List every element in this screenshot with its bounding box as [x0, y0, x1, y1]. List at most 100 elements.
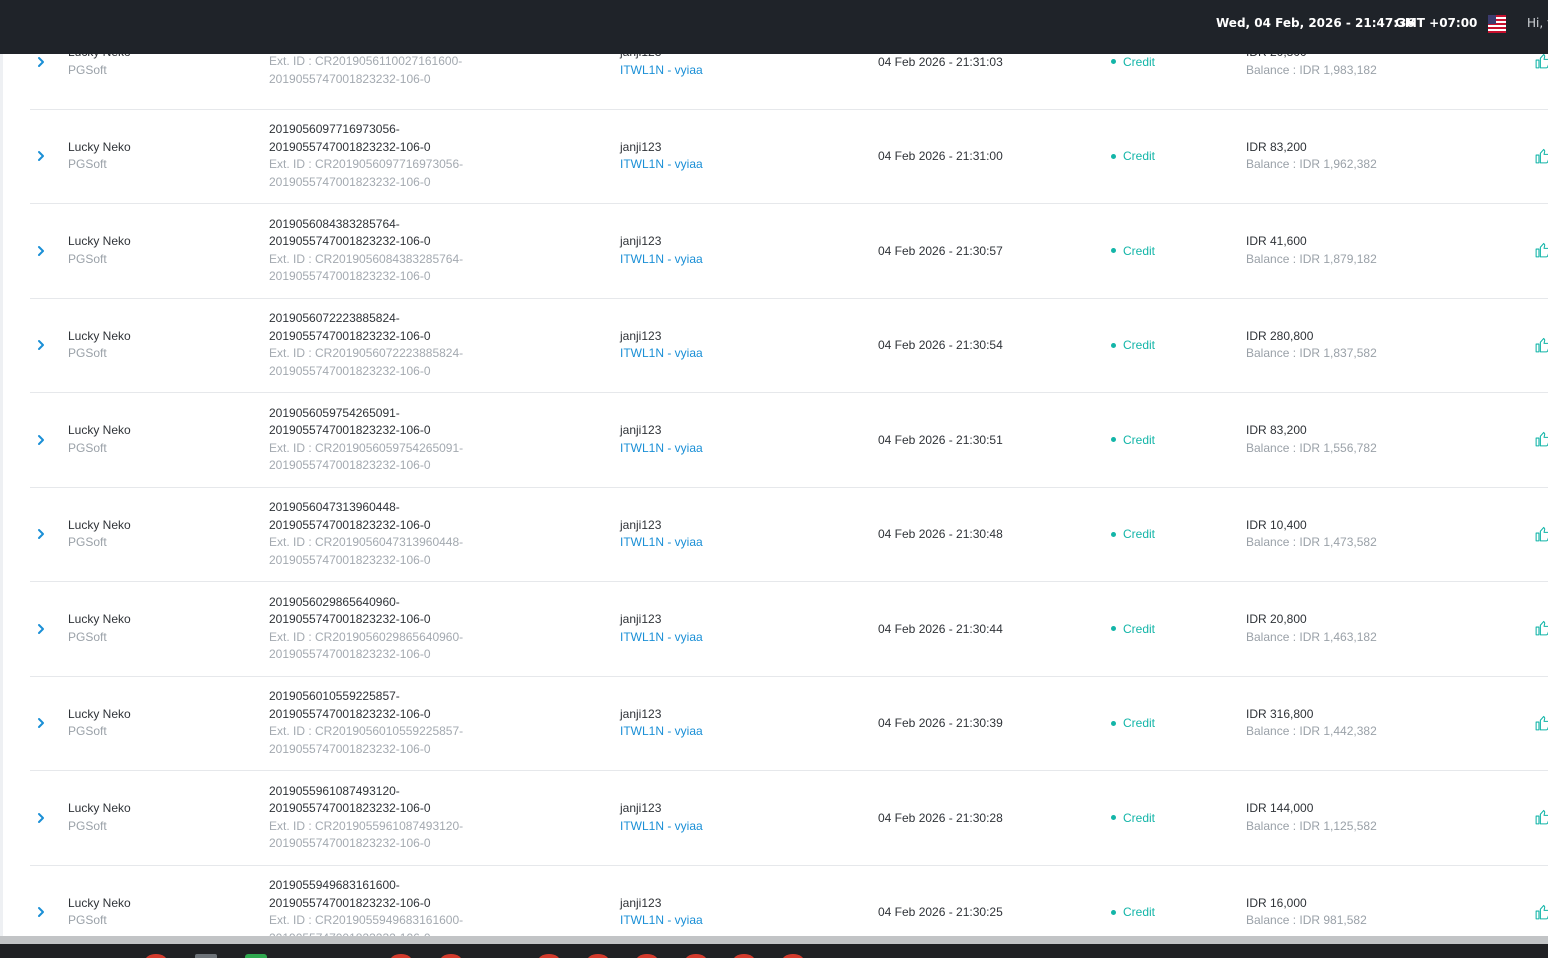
- chevron-right-icon: [38, 907, 44, 918]
- expand-row-button[interactable]: [30, 866, 52, 937]
- game-name: Lucky Neko: [68, 328, 131, 343]
- transaction-id-cell: 2019056029865640960- 2019055747001823232…: [269, 582, 463, 676]
- taskbar-app-icon[interactable]: [782, 954, 804, 958]
- expand-row-button[interactable]: [30, 582, 52, 676]
- thumbs-up-button[interactable]: [1531, 866, 1548, 937]
- transaction-amount: IDR 83,200: [1246, 423, 1307, 438]
- taskbar-app-icon[interactable]: [636, 954, 658, 958]
- expand-row-button[interactable]: [30, 110, 52, 204]
- external-id-line-2: 2019055747001823232-106-0: [269, 71, 431, 86]
- transaction-type: Credit: [1111, 677, 1155, 771]
- game-cell: Lucky Neko PGSoft: [68, 299, 131, 393]
- agent-link[interactable]: ITWL1N - vyiaa: [620, 440, 703, 458]
- thumbs-up-button[interactable]: [1531, 488, 1548, 582]
- thumbs-up-button[interactable]: [1531, 393, 1548, 487]
- agent-link[interactable]: ITWL1N - vyiaa: [620, 62, 703, 80]
- external-id-line-2: 2019055747001823232-106-0: [269, 363, 431, 378]
- table-row[interactable]: Lucky Neko PGSoft 2019056084383285764- 2…: [30, 204, 1548, 299]
- game-name: Lucky Neko: [68, 706, 131, 721]
- os-taskbar: [0, 944, 1548, 958]
- transaction-id-line-1: 2019056029865640960-: [269, 594, 400, 609]
- taskbar-app-icon[interactable]: [390, 954, 412, 958]
- game-cell: Lucky Neko PGSoft: [68, 866, 131, 937]
- transaction-id-line-1: 2019056084383285764-: [269, 216, 400, 231]
- table-row[interactable]: Lucky Neko PGSoft 2019055961087493120- 2…: [30, 771, 1548, 866]
- table-row[interactable]: Lucky Neko PGSoft 2019056029865640960- 2…: [30, 582, 1548, 677]
- thumbs-up-button[interactable]: [1531, 110, 1548, 204]
- expand-row-button[interactable]: [30, 488, 52, 582]
- game-provider: PGSoft: [68, 535, 107, 550]
- table-row[interactable]: Lucky Neko PGSoft 2019056010559225857- 2…: [30, 677, 1548, 771]
- taskbar-app-icon[interactable]: [440, 954, 462, 958]
- taskbar-app-icon[interactable]: [145, 954, 167, 958]
- user-greeting[interactable]: Hi, v: [1527, 16, 1548, 30]
- external-id-line-2: 2019055747001823232-106-0: [269, 647, 431, 662]
- table-row[interactable]: Lucky Neko PGSoft 2019056097716973056- 2…: [30, 110, 1548, 204]
- expand-row-button[interactable]: [30, 393, 52, 487]
- agent-link[interactable]: ITWL1N - vyiaa: [620, 156, 703, 174]
- thumbs-up-button[interactable]: [1531, 677, 1548, 771]
- external-id-line-1: Ext. ID : CR2019056010559225857-: [269, 724, 464, 739]
- taskbar-app-icon[interactable]: [587, 954, 609, 958]
- agent-link[interactable]: ITWL1N - vyiaa: [620, 345, 703, 363]
- transaction-type-label: Credit: [1123, 905, 1156, 920]
- agent-link[interactable]: ITWL1N - vyiaa: [620, 534, 703, 552]
- taskbar-app-icon[interactable]: [685, 954, 707, 958]
- thumbs-up-button[interactable]: [1531, 204, 1548, 298]
- transaction-id-cell: 2019055949683161600- 2019055747001823232…: [269, 866, 463, 936]
- transaction-time: 04 Feb 2026 - 21:30:57: [878, 243, 1003, 258]
- amount-cell: IDR 280,800 Balance : IDR 1,837,582: [1246, 299, 1377, 393]
- us-flag-icon[interactable]: [1488, 15, 1506, 33]
- agent-link[interactable]: ITWL1N - vyiaa: [620, 818, 703, 836]
- transaction-type: Credit: [1111, 393, 1155, 487]
- player-username: janji123: [620, 423, 662, 438]
- horizontal-scrollbar[interactable]: [0, 936, 1548, 944]
- thumbs-up-button[interactable]: [1531, 299, 1548, 393]
- external-id-line-1: Ext. ID : CR2019056059754265091-: [269, 440, 464, 455]
- agent-link[interactable]: ITWL1N - vyiaa: [620, 723, 703, 741]
- transaction-type-label: Credit: [1123, 54, 1156, 69]
- thumbs-up-button[interactable]: [1531, 582, 1548, 676]
- transaction-id-line-2: 2019055747001823232-106-0: [269, 706, 431, 721]
- agent-link[interactable]: ITWL1N - vyiaa: [620, 912, 703, 930]
- taskbar-app-icon[interactable]: [245, 954, 267, 958]
- external-id-line-2: 2019055747001823232-106-0: [269, 174, 431, 189]
- transaction-id-line-2: 2019055747001823232-106-0: [269, 517, 431, 532]
- transaction-amount: IDR 20,800: [1246, 612, 1307, 627]
- balance-after: Balance : IDR 1,556,782: [1246, 440, 1377, 455]
- thumbs-up-icon: [1535, 54, 1548, 69]
- taskbar-app-icon[interactable]: [733, 954, 755, 958]
- table-row[interactable]: Lucky Neko PGSoft 2019056072223885824- 2…: [30, 299, 1548, 393]
- game-provider: PGSoft: [68, 157, 107, 172]
- expand-row-button[interactable]: [30, 677, 52, 771]
- taskbar-app-icon[interactable]: [195, 954, 217, 958]
- balance-after: Balance : IDR 1,125,582: [1246, 818, 1377, 833]
- game-cell: Lucky Neko PGSoft: [68, 393, 131, 487]
- transaction-time: 04 Feb 2026 - 21:30:44: [878, 621, 1003, 636]
- game-provider: PGSoft: [68, 818, 107, 833]
- transaction-time: 04 Feb 2026 - 21:30:28: [878, 810, 1003, 825]
- player-cell: janji123 ITWL1N - vyiaa: [620, 866, 703, 937]
- transaction-id-line-1: 2019056010559225857-: [269, 689, 400, 704]
- expand-row-button[interactable]: [30, 204, 52, 298]
- player-username: janji123: [620, 612, 662, 627]
- chevron-right-icon: [38, 529, 44, 540]
- top-header-bar: Wed, 04 Feb, 2026 - 21:47:36 GMT +07:00 …: [0, 0, 1548, 54]
- table-row[interactable]: Lucky Neko PGSoft 2019055949683161600- 2…: [30, 866, 1548, 937]
- game-name: Lucky Neko: [68, 139, 131, 154]
- table-row[interactable]: Lucky Neko PGSoft 2019056059754265091- 2…: [30, 393, 1548, 488]
- external-id-line-1: Ext. ID : CR2019055961087493120-: [269, 818, 464, 833]
- player-cell: janji123 ITWL1N - vyiaa: [620, 110, 703, 204]
- taskbar-app-icon[interactable]: [538, 954, 560, 958]
- agent-link[interactable]: ITWL1N - vyiaa: [620, 629, 703, 647]
- expand-row-button[interactable]: [30, 299, 52, 393]
- status-dot-icon: [1111, 909, 1116, 915]
- transaction-type: Credit: [1111, 204, 1155, 298]
- transaction-time: 04 Feb 2026 - 21:30:25: [878, 905, 1003, 920]
- agent-link[interactable]: ITWL1N - vyiaa: [620, 251, 703, 269]
- transaction-amount: IDR 10,400: [1246, 517, 1307, 532]
- game-cell: Lucky Neko PGSoft: [68, 204, 131, 298]
- thumbs-up-button[interactable]: [1531, 771, 1548, 865]
- table-row[interactable]: Lucky Neko PGSoft 2019056047313960448- 2…: [30, 488, 1548, 582]
- expand-row-button[interactable]: [30, 771, 52, 865]
